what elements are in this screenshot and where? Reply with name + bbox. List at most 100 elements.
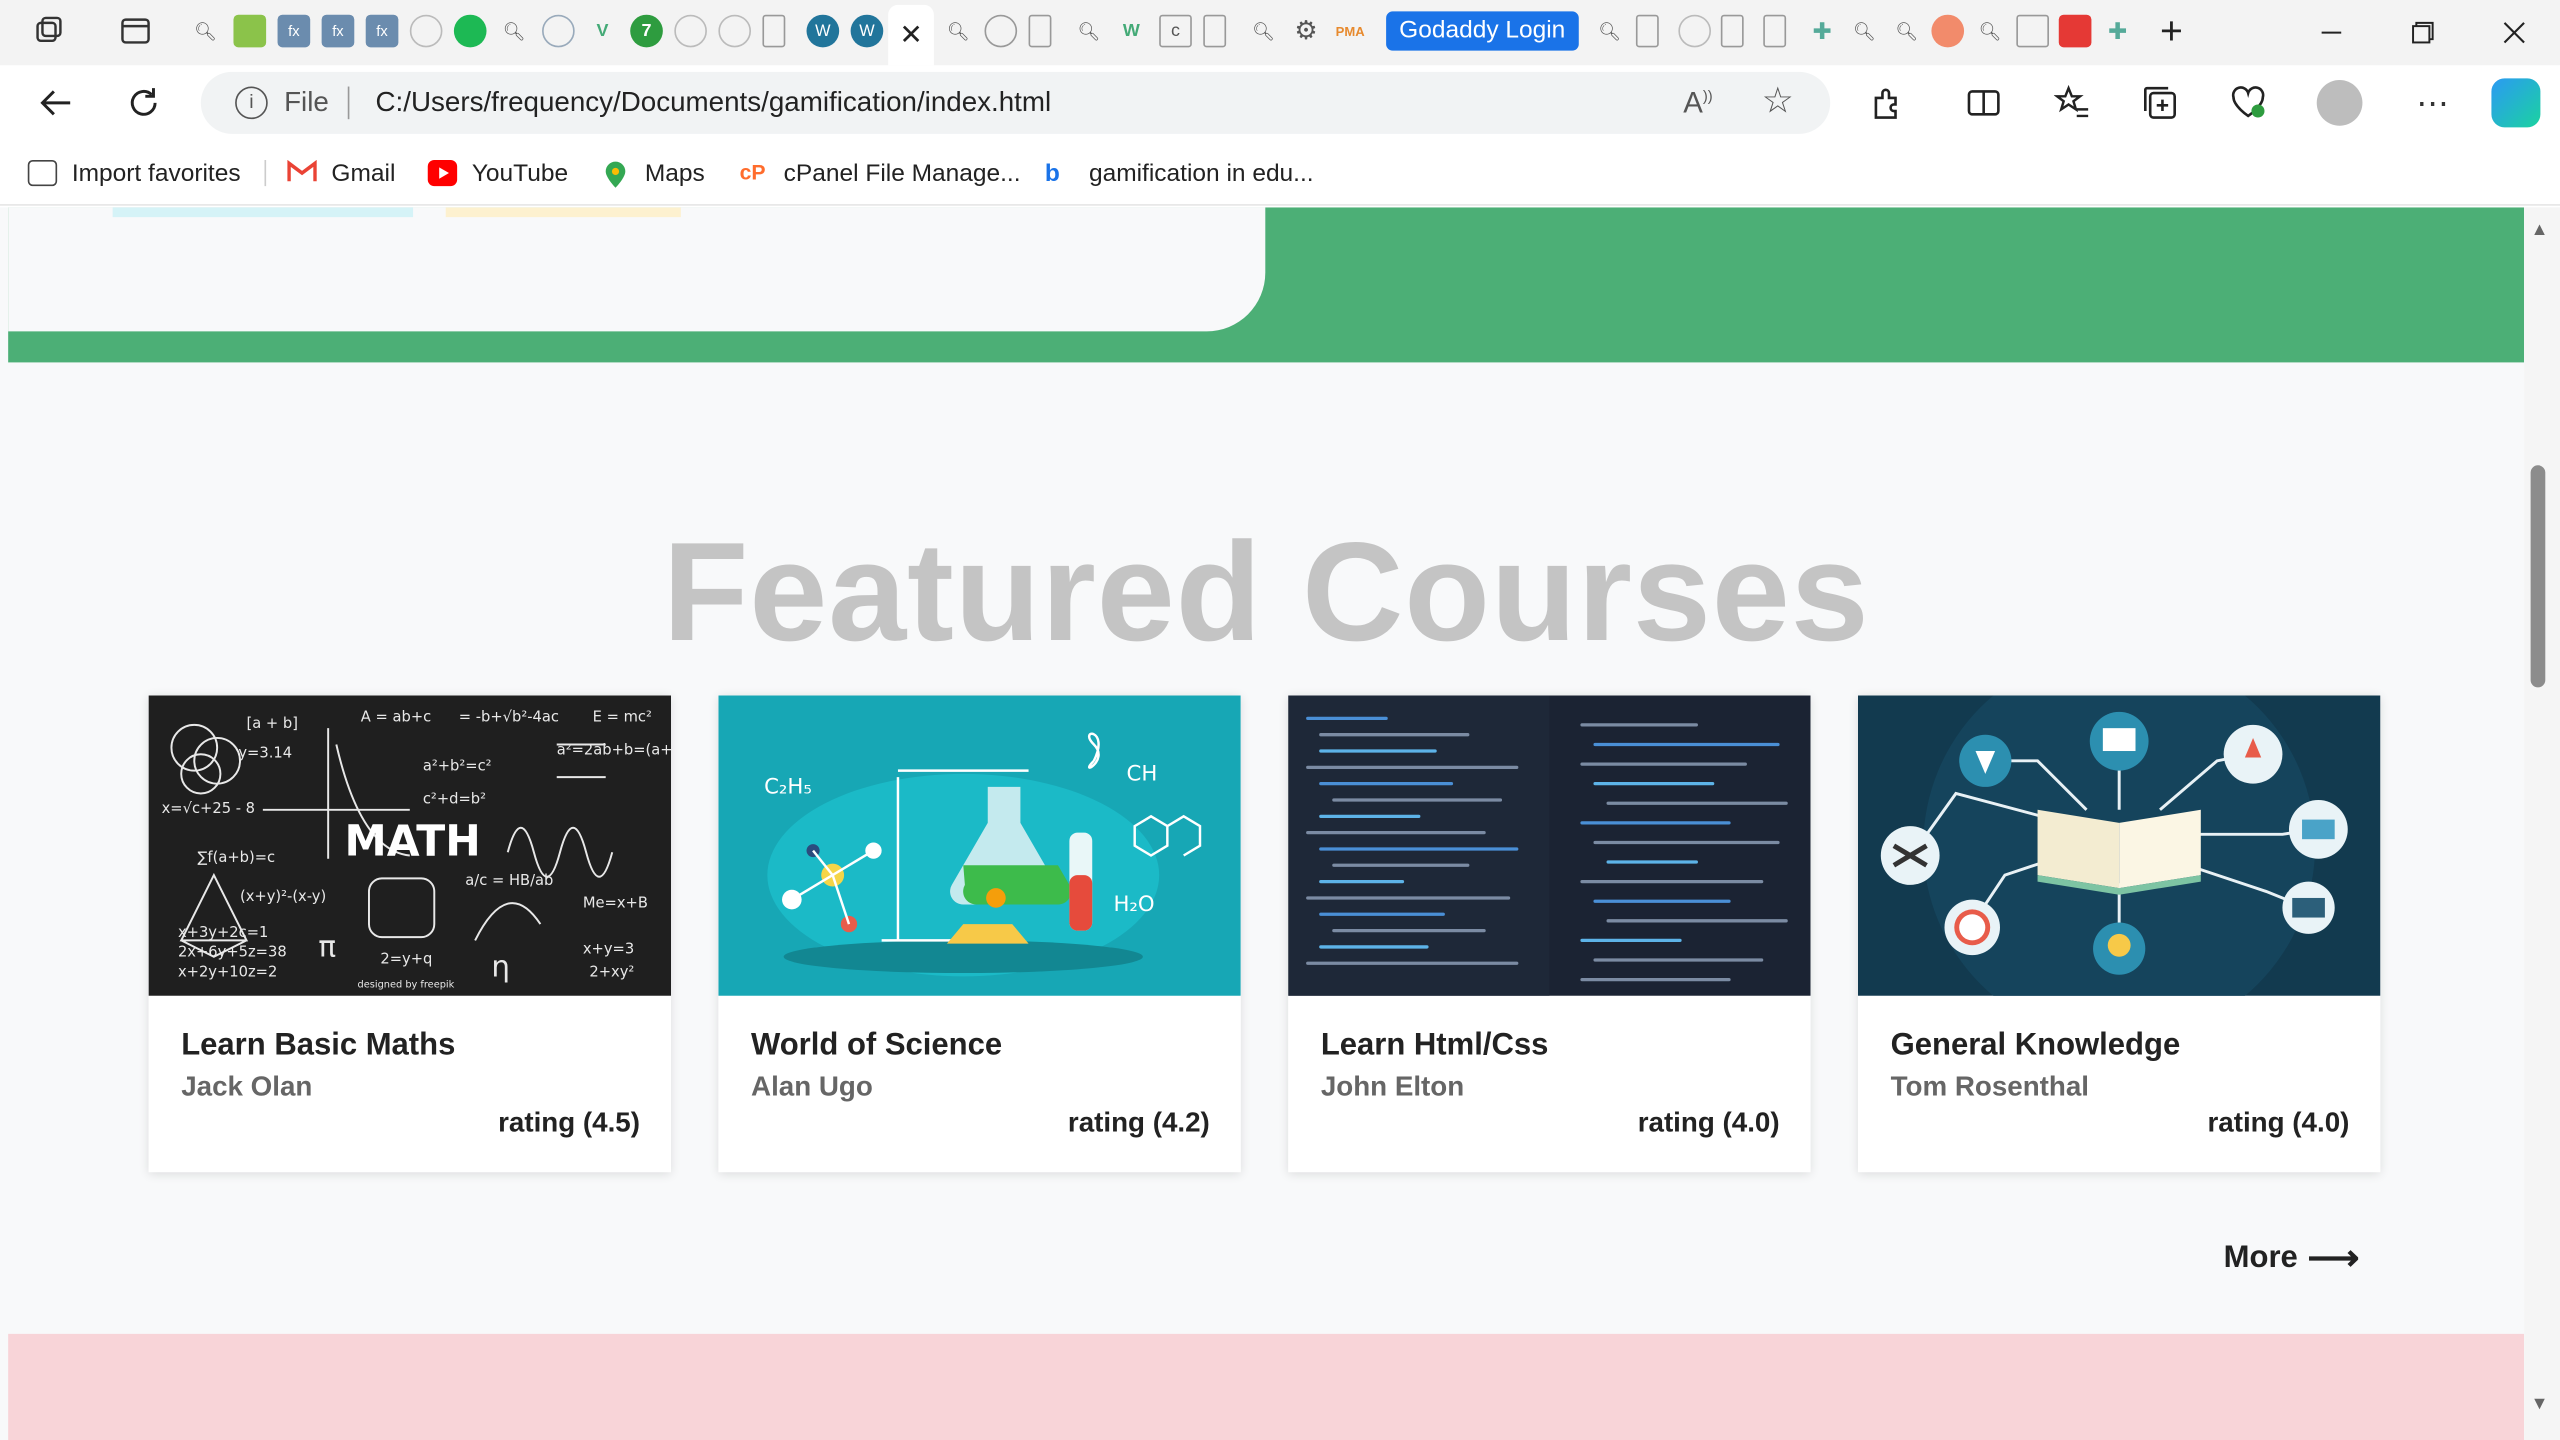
site-info-icon[interactable]: i [235,86,268,120]
tab-favicon[interactable]: fx [365,14,399,48]
phpmyadmin-icon[interactable]: PMA [1334,15,1367,48]
tab-actions-icon[interactable] [119,15,152,48]
tab-strip: 🔍︎ fx fx fx 🔍︎ V 7 W W ✕ 🔍︎ 🔍︎ W c 🔍︎ ⚙ … [0,0,2560,66]
bookmark-cpanel[interactable]: cP cPanel File Manage... [740,157,1021,190]
svg-text:x=√c+25 - 8: x=√c+25 - 8 [162,800,255,817]
tab-favicon[interactable] [409,14,443,48]
tab-search-icon[interactable]: 🔍︎ [498,15,531,48]
restore-icon[interactable] [2403,13,2442,52]
document-icon[interactable] [1635,14,1659,48]
course-card[interactable]: Learn Html/Css John Elton rating (4.0) [1288,695,1811,1173]
course-author: Jack Olan [181,1071,313,1103]
chatgpt-icon[interactable] [718,14,752,48]
back-arrow-icon[interactable] [36,83,75,122]
course-title[interactable]: Learn Html/Css [1321,1029,1549,1065]
tab-favicon[interactable]: W [1115,15,1148,48]
maps-pin-icon [601,160,630,188]
spotify-icon[interactable] [453,14,487,48]
url-divider [347,86,350,120]
read-aloud-icon[interactable]: A)) [1683,87,1712,121]
page-scrollbar[interactable]: ▲ ▼ [2524,207,2560,1440]
tab-favicon[interactable]: c [1159,14,1192,48]
tab-favicon[interactable] [1931,14,1965,48]
hero-card [8,207,1266,332]
active-tab[interactable]: ✕ [888,4,934,66]
url-text[interactable]: C:/Users/frequency/Documents/gamificatio… [376,87,1052,120]
profile-avatar[interactable] [2316,79,2363,126]
favorite-star-icon[interactable]: ☆ [1762,80,1794,122]
tab-favicon[interactable]: ✚ [1806,15,1839,48]
bookmark-gmail[interactable]: Gmail [287,157,395,190]
close-tab-icon[interactable]: ✕ [899,19,922,52]
import-icon [27,159,58,187]
tab-favicon[interactable]: fx [277,14,311,48]
chatgpt-icon[interactable] [674,14,707,48]
bookmark-label: Maps [644,159,705,187]
course-card[interactable]: General Knowledge Tom Rosenthal rating (… [1857,695,2381,1173]
tab-favicon[interactable]: V [586,15,619,48]
tab-favicon[interactable]: ✚ [2101,15,2134,48]
course-title[interactable]: General Knowledge [1891,1029,2181,1065]
scroll-up-arrow-icon[interactable]: ▲ [2531,220,2549,240]
bookmark-maps[interactable]: Maps [601,157,705,190]
bookmark-import-favorites[interactable]: Import favorites [27,157,241,190]
chatgpt-icon[interactable] [1678,14,1712,48]
tab-search-icon[interactable]: 🔍︎ [1891,15,1924,48]
bookmark-label: YouTube [471,159,569,187]
document-icon[interactable] [1203,14,1227,48]
workspaces-icon[interactable] [33,15,66,48]
course-title[interactable]: World of Science [751,1029,1002,1065]
extensions-icon[interactable] [1868,83,1907,122]
wordpress-icon[interactable]: W [806,14,840,48]
more-options-icon[interactable]: ⋯ [2413,83,2452,122]
document-icon[interactable] [1028,14,1052,48]
scroll-down-arrow-icon[interactable]: ▼ [2531,1394,2549,1414]
tab-search-icon[interactable]: 🔍︎ [1593,15,1626,48]
document-icon[interactable] [1763,14,1787,48]
scrollbar-thumb[interactable] [2530,465,2546,688]
tab-favicon[interactable]: fx [321,14,355,48]
tab-favicon[interactable] [984,14,1018,48]
minimize-icon[interactable] [2312,13,2351,52]
youtube-icon[interactable] [2058,14,2092,48]
tab-group-godaddy-login[interactable]: Godaddy Login [1386,11,1579,51]
bookmark-gamification[interactable]: b gamification in edu... [1045,157,1314,190]
copilot-icon[interactable] [2491,78,2541,128]
settings-gear-icon[interactable]: ⚙ [1290,15,1323,48]
address-bar[interactable]: i File C:/Users/frequency/Documents/gami… [200,71,1831,134]
course-card[interactable]: [a + b] A = ab+c = -b+√b²-4ac E = mc² y=… [148,695,672,1173]
tab-search-icon[interactable]: 🔍︎ [942,15,975,48]
more-link[interactable]: More ⟶ [2224,1238,2359,1280]
tab-search-icon[interactable]: 🔍︎ [189,15,222,48]
document-icon[interactable] [762,14,786,48]
tab-search-icon[interactable]: 🔍︎ [1848,15,1881,48]
course-title[interactable]: Learn Basic Maths [181,1029,455,1065]
tab-favicon[interactable] [233,14,267,48]
refresh-icon[interactable] [124,83,163,122]
document-icon[interactable] [1720,14,1744,48]
svg-text:2+xy²: 2+xy² [589,963,634,980]
tab-favicon[interactable] [2016,14,2049,48]
course-card[interactable]: C₂H₅ CH H₂O World of Science Alan Ugo ra… [718,695,1241,1173]
favorites-icon[interactable] [2052,83,2091,122]
tab-search-icon[interactable]: 🔍︎ [1974,15,2007,48]
course-rating: rating (4.0) [2207,1106,2350,1138]
split-screen-icon[interactable] [1964,83,2003,122]
browser-essentials-icon[interactable] [2229,83,2268,122]
svg-text:2=y+q: 2=y+q [380,950,432,967]
chatgpt-icon[interactable] [542,14,575,48]
new-tab-button[interactable]: + [2152,10,2191,54]
bookmark-youtube[interactable]: YouTube [427,157,569,190]
course-image-math[interactable]: [a + b] A = ab+c = -b+√b²-4ac E = mc² y=… [148,695,672,996]
tab-favicon[interactable]: 7 [630,14,663,48]
wordpress-icon[interactable]: W [850,14,884,48]
course-image-knowledge[interactable] [1857,695,2381,996]
close-window-icon[interactable] [2495,13,2534,52]
page-viewport: Featured Courses [a + b] A = ab+c = -b+√… [0,207,2525,1440]
tab-search-icon[interactable]: 🔍︎ [1073,15,1106,48]
svg-text:C₂H₅: C₂H₅ [764,774,812,799]
tab-search-icon[interactable]: 🔍︎ [1247,15,1280,48]
course-image-science[interactable]: C₂H₅ CH H₂O [718,695,1241,996]
course-image-code[interactable] [1288,695,1811,996]
collections-icon[interactable] [2140,83,2179,122]
